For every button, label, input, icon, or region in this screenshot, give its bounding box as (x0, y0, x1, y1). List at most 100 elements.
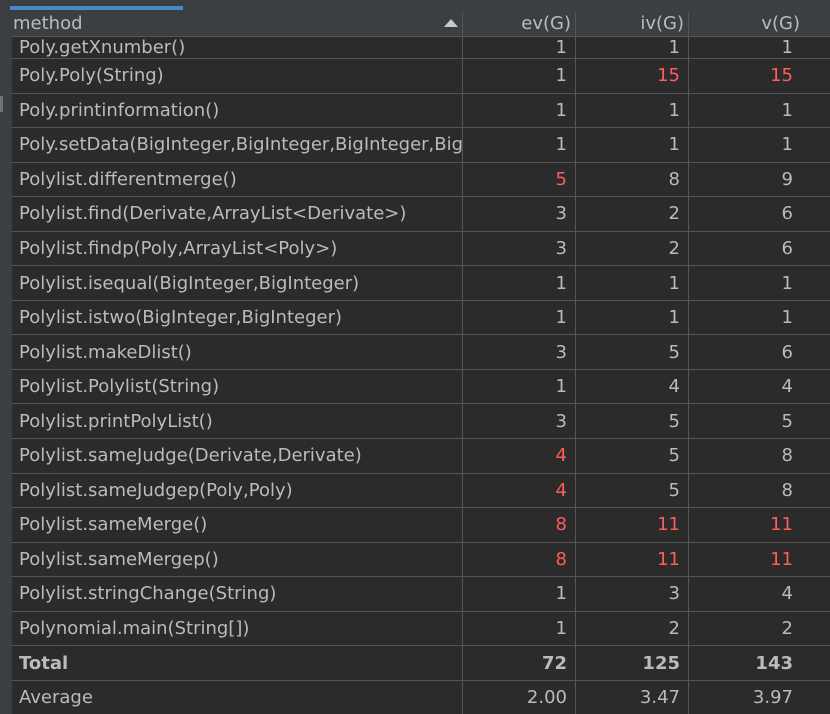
iv-cell: 1 (575, 300, 688, 335)
ev-cell: 3 (462, 335, 575, 369)
table-row[interactable]: Polylist.isequal(BigInteger,BigInteger) … (12, 266, 830, 301)
left-gutter (0, 12, 12, 714)
ev-cell: 3 (462, 197, 575, 231)
method-cell: Polylist.isequal(BigInteger,BigInteger) (19, 272, 360, 294)
total-v: 143 (688, 646, 830, 680)
method-cell: Polylist.makeDlist() (19, 341, 192, 363)
method-cell: Polynomial.main(String[]) (19, 618, 250, 640)
iv-cell: 1 (575, 93, 688, 128)
method-cell: Polylist.find(Derivate,ArrayList<Derivat… (19, 203, 407, 225)
table-row[interactable]: Polylist.printPolyList() 3 5 5 (12, 404, 830, 440)
ev-cell: 8 (462, 508, 575, 542)
column-header-ev[interactable]: ev(G) (462, 12, 575, 36)
iv-cell: 2 (575, 231, 688, 266)
average-iv: 3.47 (575, 680, 688, 714)
total-label: Total (19, 652, 69, 674)
ev-cell: 1 (462, 59, 575, 93)
iv-cell: 8 (575, 162, 688, 197)
table-row[interactable]: Polylist.find(Derivate,ArrayList<Derivat… (12, 197, 830, 232)
method-cell: Polylist.stringChange(String) (19, 583, 277, 605)
table-row[interactable]: Polylist.makeDlist() 3 5 6 (12, 335, 830, 370)
method-cell: Polylist.sameJudgep(Poly,Poly) (19, 479, 293, 501)
iv-cell: 1 (575, 266, 688, 300)
ev-cell: 1 (462, 577, 575, 611)
iv-cell: 1 (575, 128, 688, 162)
column-header-method[interactable]: method (12, 12, 462, 36)
column-header-iv[interactable]: iv(G) (575, 12, 688, 36)
v-cell: 11 (688, 542, 830, 577)
iv-cell: 5 (575, 439, 688, 473)
v-cell: 8 (688, 473, 830, 508)
v-cell: 1 (688, 300, 830, 335)
v-cell: 15 (688, 59, 830, 93)
method-cell: Polylist.Polylist(String) (19, 376, 220, 398)
iv-cell: 5 (575, 473, 688, 508)
gutter-marker (0, 96, 3, 112)
table-header: method ev(G) iv(G) v(G) (12, 12, 830, 37)
table-row[interactable]: Polylist.differentmerge() 5 8 9 (12, 162, 830, 198)
method-cell: Poly.getXnumber() (19, 36, 186, 58)
ev-cell: 4 (462, 473, 575, 508)
v-cell: 1 (688, 266, 830, 300)
ev-cell: 4 (462, 439, 575, 473)
iv-cell: 3 (575, 577, 688, 611)
method-cell: Polylist.sameMerge() (19, 514, 208, 536)
iv-cell: 11 (575, 542, 688, 577)
table-row[interactable]: Polylist.sameJudgep(Poly,Poly) 4 5 8 (12, 473, 830, 509)
ev-cell: 1 (462, 93, 575, 128)
ev-cell: 8 (462, 542, 575, 577)
iv-cell: 2 (575, 611, 688, 646)
table-row[interactable]: Polylist.sameMergep() 8 11 11 (12, 542, 830, 578)
iv-cell: 5 (575, 335, 688, 369)
average-v: 3.97 (688, 680, 830, 714)
iv-cell: 1 (575, 36, 688, 58)
ev-cell: 1 (462, 128, 575, 162)
average-label: Average (19, 687, 93, 709)
table-row[interactable]: Poly.Poly(String) 1 15 15 (12, 59, 830, 94)
method-cell: Poly.setData(BigInteger,BigInteger,BigIn… (19, 134, 462, 156)
ev-cell: 5 (462, 162, 575, 197)
method-cell: Poly.printinformation() (19, 99, 220, 121)
v-cell: 4 (688, 577, 830, 611)
method-cell: Polylist.printPolyList() (19, 410, 213, 432)
table-row[interactable]: Poly.setData(BigInteger,BigInteger,BigIn… (12, 128, 830, 163)
method-cell: Poly.Poly(String) (19, 65, 164, 87)
v-cell: 6 (688, 231, 830, 266)
ev-cell: 1 (462, 369, 575, 404)
table-row[interactable]: Polylist.findp(Poly,ArrayList<Poly>) 3 2… (12, 231, 830, 267)
v-cell: 9 (688, 162, 830, 197)
v-cell: 6 (688, 335, 830, 369)
v-cell: 1 (688, 128, 830, 162)
ev-cell: 1 (462, 36, 575, 58)
sort-ascending-icon[interactable] (444, 19, 458, 27)
ev-cell: 1 (462, 300, 575, 335)
v-cell: 5 (688, 404, 830, 439)
iv-cell: 15 (575, 59, 688, 93)
v-cell: 2 (688, 611, 830, 646)
table-row[interactable]: Poly.printinformation() 1 1 1 (12, 93, 830, 129)
iv-cell: 5 (575, 404, 688, 439)
v-cell: 6 (688, 197, 830, 231)
table-row[interactable]: Polynomial.main(String[]) 1 2 2 (12, 611, 830, 647)
ev-cell: 1 (462, 611, 575, 646)
average-row: Average 2.00 3.47 3.97 (12, 680, 830, 714)
table-body: Poly.getXnumber() 1 1 1 Poly.Poly(String… (12, 36, 830, 714)
ev-cell: 3 (462, 231, 575, 266)
table-row[interactable]: Polylist.sameJudge(Derivate,Derivate) 4 … (12, 439, 830, 474)
ev-cell: 3 (462, 404, 575, 439)
v-cell: 4 (688, 369, 830, 404)
total-row: Total 72 125 143 (12, 646, 830, 681)
table-row[interactable]: Polylist.istwo(BigInteger,BigInteger) 1 … (12, 300, 830, 336)
table-row[interactable]: Polylist.stringChange(String) 1 3 4 (12, 577, 830, 612)
v-cell: 1 (688, 36, 830, 58)
table-row[interactable]: Polylist.Polylist(String) 1 4 4 (12, 369, 830, 405)
ev-cell: 1 (462, 266, 575, 300)
total-ev: 72 (462, 646, 575, 680)
column-header-v[interactable]: v(G) (688, 12, 830, 36)
table-row[interactable]: Poly.getXnumber() 1 1 1 (12, 36, 830, 59)
method-cell: Polylist.differentmerge() (19, 168, 237, 190)
method-cell: Polylist.sameJudge(Derivate,Derivate) (19, 445, 362, 467)
table-row[interactable]: Polylist.sameMerge() 8 11 11 (12, 508, 830, 543)
iv-cell: 4 (575, 369, 688, 404)
active-tab-indicator (10, 6, 183, 10)
